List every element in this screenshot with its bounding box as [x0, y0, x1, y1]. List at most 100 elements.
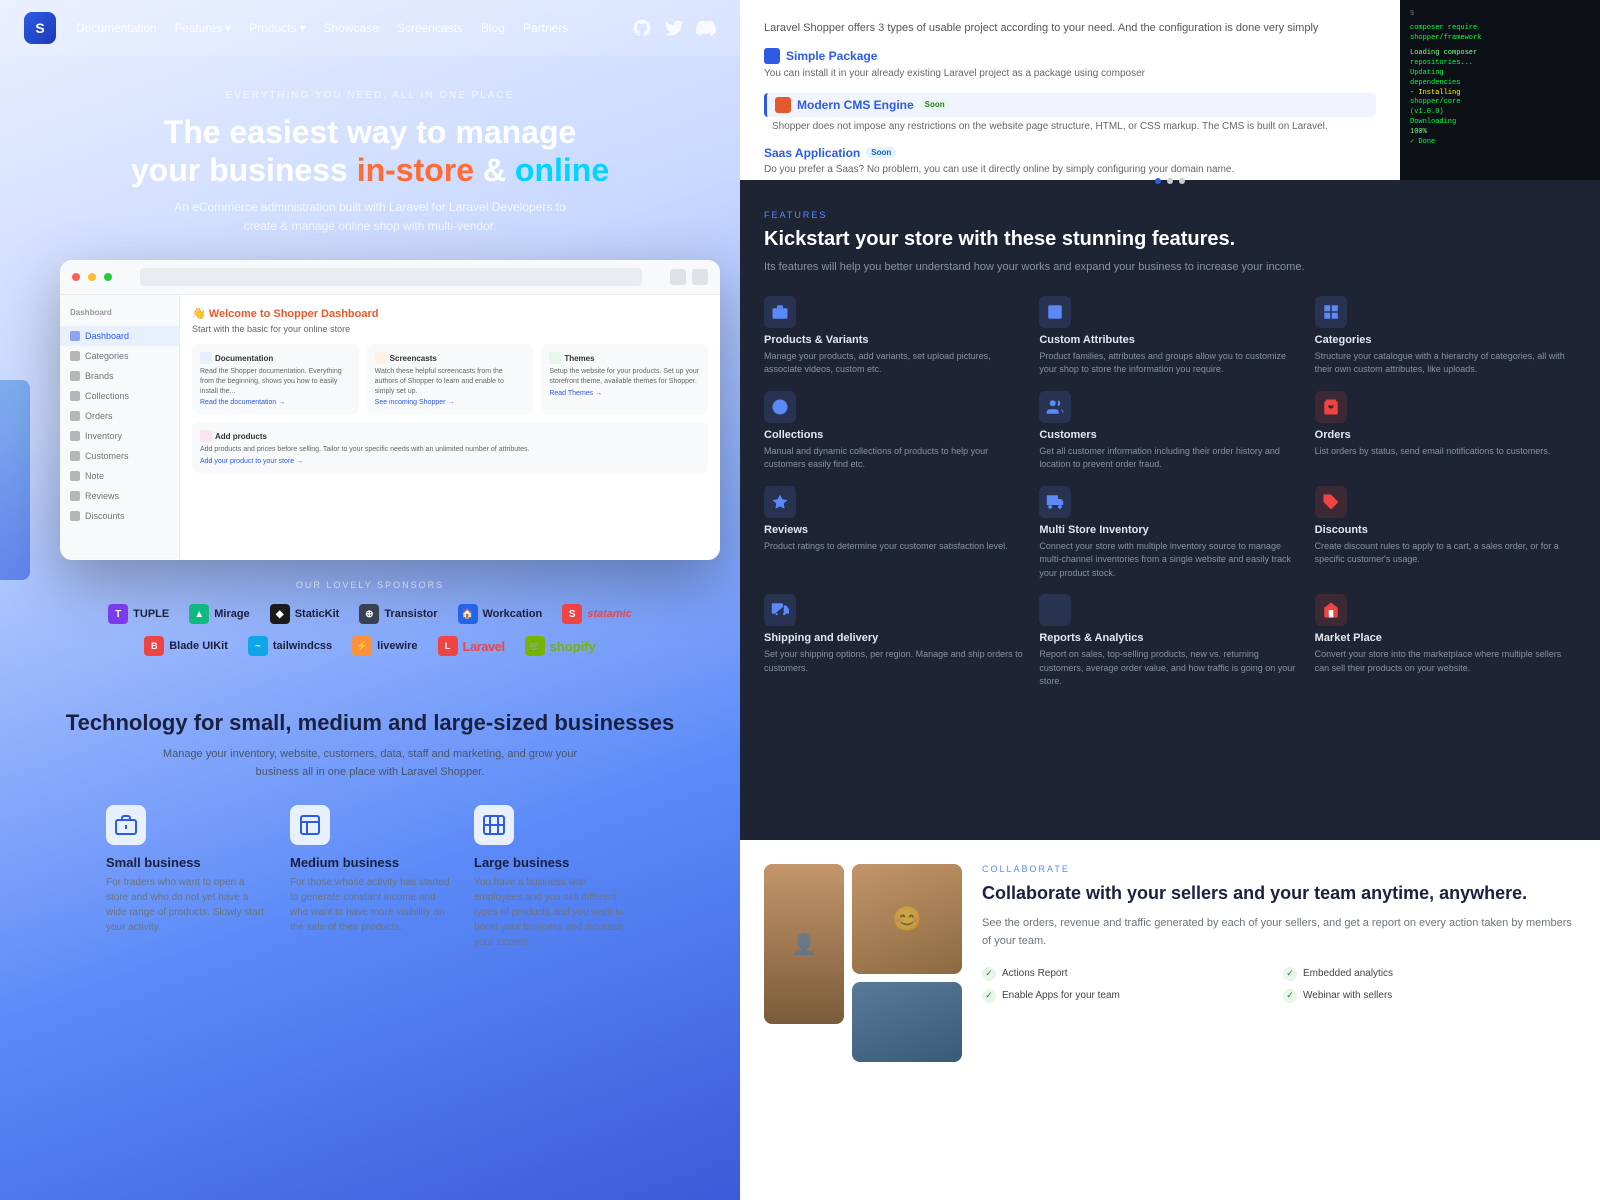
left-panel: S Documentation Features ▾ Products ▾ Sh… — [0, 0, 740, 1200]
collections-icon — [764, 391, 796, 423]
small-biz-icon — [106, 805, 146, 845]
tech-section: Technology for small, medium and large-s… — [0, 710, 740, 950]
feature-inventory-desc: Connect your store with multiple invento… — [1039, 540, 1300, 581]
nav-link-screencasts[interactable]: Screencasts — [397, 21, 463, 35]
feature-attributes-name: Custom Attributes — [1039, 334, 1300, 346]
products-icon — [764, 296, 796, 328]
sponsor-mirage: ▲ Mirage — [189, 604, 249, 624]
cms-package-icon — [775, 97, 791, 113]
collab-images: 👤 😊 — [764, 864, 962, 1176]
hero-eyebrow: EVERYTHING YOU NEED, ALL IN ONE PLACE — [40, 90, 700, 101]
marketplace-icon — [1315, 594, 1347, 626]
medium-biz-name: Medium business — [290, 855, 450, 870]
nav-link-showcase[interactable]: Showcase — [324, 21, 379, 35]
feature-discounts: Discounts Create discount rules to apply… — [1315, 486, 1576, 581]
collab-eyebrow: COLLABORATE — [982, 864, 1576, 874]
pagination — [1155, 178, 1185, 184]
dash-cards-grid: Documentation Read the Shopper documenta… — [192, 344, 708, 473]
feature-reviews-desc: Product ratings to determine your custom… — [764, 540, 1025, 554]
sidebar-item-dashboard[interactable]: Dashboard — [60, 326, 179, 346]
sidebar-item-categories[interactable]: Categories — [60, 346, 179, 366]
dash-search-bar — [140, 268, 642, 286]
package-saas: Saas Application Soon Do you prefer a Sa… — [764, 146, 1376, 177]
sidebar-item-note[interactable]: Note — [60, 466, 179, 486]
features-section: FEATURES Kickstart your store with these… — [740, 190, 1600, 709]
collab-title: Collaborate with your sellers and your t… — [982, 882, 1576, 905]
pagination-dot-1[interactable] — [1155, 178, 1161, 184]
sidebar-item-discounts[interactable]: Discounts — [60, 506, 179, 526]
sidebar-item-brands[interactable]: Brands — [60, 366, 179, 386]
biz-card-medium: Medium business For those whose activity… — [290, 805, 450, 950]
nav-link-partners[interactable]: Partners — [523, 21, 568, 35]
biz-card-small: Small business For traders who want to o… — [106, 805, 266, 950]
feature-shipping-desc: Set your shipping options, per region. M… — [764, 648, 1025, 675]
packages-area: Laravel Shopper offers 3 types of usable… — [740, 0, 1400, 180]
sponsors-label: OUR LOVELY SPONSORS — [30, 580, 710, 590]
biz-cards: Small business For traders who want to o… — [30, 805, 710, 950]
pagination-dot-3[interactable] — [1179, 178, 1185, 184]
feature-products: Products & Variants Manage your products… — [764, 296, 1025, 377]
feature-marketplace-name: Market Place — [1315, 632, 1576, 644]
feature-orders-desc: List orders by status, send email notifi… — [1315, 445, 1576, 459]
nav-link-features[interactable]: Features ▾ — [175, 21, 231, 35]
sidebar-item-collections[interactable]: Collections — [60, 386, 179, 406]
feature-customers-desc: Get all customer information including t… — [1039, 445, 1300, 472]
collab-section: 👤 😊 COLLABORATE Collaborate with your se… — [740, 840, 1600, 1200]
code-terminal: $ composer require shopper/framework Loa… — [1400, 0, 1600, 180]
feature-inventory: Multi Store Inventory Connect your store… — [1039, 486, 1300, 581]
dash-sidebar: Dashboard Dashboard Categories Brands Co… — [60, 295, 180, 559]
window-minimize-dot — [88, 273, 96, 281]
discord-icon[interactable] — [696, 18, 716, 38]
sidebar-item-customers[interactable]: Customers — [60, 446, 179, 466]
hero-title: The easiest way to manage your business … — [40, 113, 700, 190]
feature-shipping: Shipping and delivery Set your shipping … — [764, 594, 1025, 689]
window-close-dot — [72, 273, 80, 281]
sidebar-item-reviews[interactable]: Reviews — [60, 486, 179, 506]
dash-card-themes: Themes Setup the website for your produc… — [541, 344, 708, 414]
feature-attributes: Custom Attributes Product families, attr… — [1039, 296, 1300, 377]
pagination-dot-2[interactable] — [1167, 178, 1173, 184]
dash-card-documentation: Documentation Read the Shopper documenta… — [192, 344, 359, 414]
sponsor-shopify: 🛒 shopify — [525, 636, 596, 656]
sidebar-item-orders[interactable]: Orders — [60, 406, 179, 426]
feature-reviews-name: Reviews — [764, 524, 1025, 536]
orders-icon — [1315, 391, 1347, 423]
simple-package-icon — [764, 48, 780, 64]
dash-subtitle: Start with the basic for your online sto… — [192, 324, 708, 334]
nav-link-documentation[interactable]: Documentation — [76, 21, 157, 35]
sponsor-workcation: 🏠 Workcation — [458, 604, 543, 624]
feature-discounts-name: Discounts — [1315, 524, 1576, 536]
collab-image-1: 👤 — [764, 864, 844, 1024]
sponsor-transistor: ⊕ Transistor — [359, 604, 437, 624]
nav-logo[interactable]: S — [24, 12, 56, 44]
tech-title: Technology for small, medium and large-s… — [30, 710, 710, 736]
feature-analytics-name: Reports & Analytics — [1039, 632, 1300, 644]
feature-categories: Categories Structure your catalogue with… — [1315, 296, 1576, 377]
feature-shipping-name: Shipping and delivery — [764, 632, 1025, 644]
dash-card-screencasts: Screencasts Watch these helpful screenca… — [367, 344, 534, 414]
feature-customers: Customers Get all customer information i… — [1039, 391, 1300, 472]
features-eyebrow: FEATURES — [764, 210, 1576, 220]
nav-social-icons — [632, 18, 716, 38]
nav-link-blog[interactable]: Blog — [481, 21, 505, 35]
dashboard-mockup: Dashboard Dashboard Categories Brands Co… — [60, 260, 720, 560]
twitter-icon[interactable] — [664, 18, 684, 38]
sidebar-item-inventory[interactable]: Inventory — [60, 426, 179, 446]
dash-card-add-products: Add products Add products and prices bef… — [192, 422, 708, 473]
sponsor-laravel: L Laravel — [438, 636, 505, 656]
feature-marketplace-desc: Convert your store into the marketplace … — [1315, 648, 1576, 675]
feature-categories-name: Categories — [1315, 334, 1576, 346]
feature-inventory-name: Multi Store Inventory — [1039, 524, 1300, 536]
large-biz-icon — [474, 805, 514, 845]
collab-text: COLLABORATE Collaborate with your seller… — [982, 864, 1576, 1176]
collab-feat-actions: ✓ Actions Report — [982, 967, 1275, 981]
sponsors-row-2: B Blade UIKit ~ tailwindcss ⚡ livewire L… — [30, 636, 710, 656]
nav-link-products[interactable]: Products ▾ — [249, 21, 305, 35]
shipping-icon — [764, 594, 796, 626]
dash-sidebar-header: Dashboard — [60, 303, 179, 322]
collab-image-2: 😊 — [852, 864, 962, 974]
github-icon[interactable] — [632, 18, 652, 38]
sponsors-section: OUR LOVELY SPONSORS T TUPLE ▲ Mirage ◆ S… — [0, 580, 740, 668]
sponsor-statickit: ◆ StaticKit — [270, 604, 340, 624]
feature-reviews: Reviews Product ratings to determine you… — [764, 486, 1025, 581]
